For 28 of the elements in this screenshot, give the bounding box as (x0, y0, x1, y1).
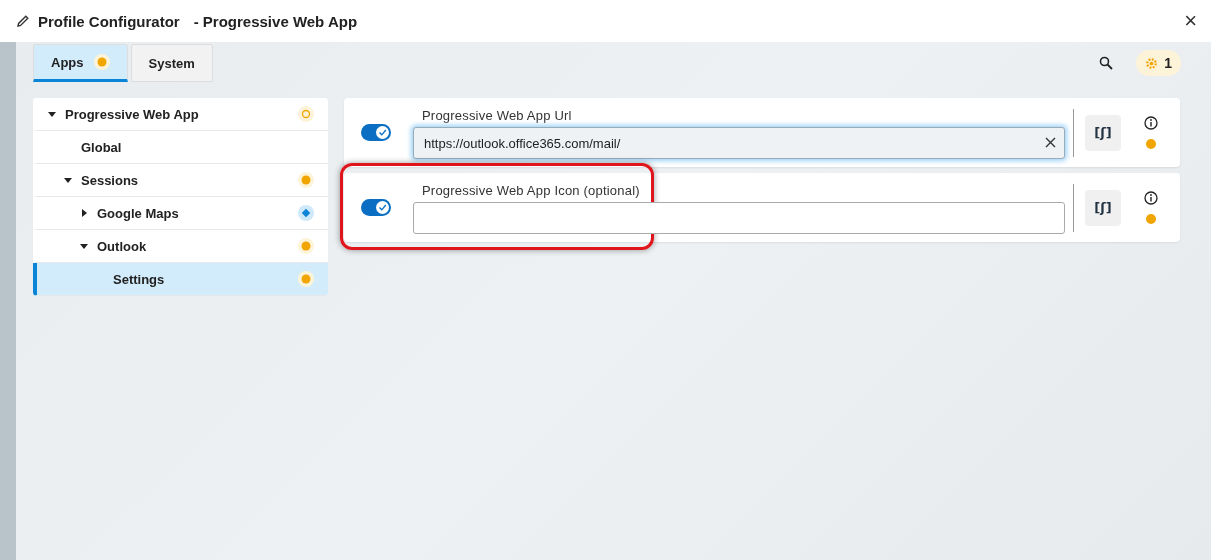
check-icon (378, 203, 387, 212)
gear-icon (1145, 56, 1159, 70)
toggle-switch[interactable] (361, 124, 391, 141)
tab[interactable]: System (130, 44, 213, 82)
input-field[interactable] (413, 202, 1065, 234)
pencil-icon (16, 14, 30, 28)
search-button[interactable] (1099, 56, 1114, 70)
check-icon (378, 128, 387, 137)
clear-icon[interactable] (1045, 137, 1056, 148)
window-subtitle: - Progressive Web App (193, 12, 359, 30)
caret-icon[interactable] (63, 175, 73, 185)
caret-icon[interactable] (47, 109, 57, 119)
caret-icon[interactable] (79, 208, 89, 218)
field-label: Progressive Web App Url (421, 108, 573, 123)
script-button[interactable]: [ʃ] (1085, 189, 1121, 226)
tab[interactable]: Apps (33, 44, 128, 82)
notification-badge[interactable]: 1 (1136, 50, 1181, 76)
toggle-switch[interactable] (361, 199, 391, 216)
caret-icon[interactable] (79, 241, 89, 251)
script-button[interactable]: [ʃ] (1085, 114, 1121, 151)
close-button[interactable]: × (1184, 10, 1197, 32)
info-icon[interactable] (1144, 116, 1158, 130)
input-field[interactable]: https://outlook.office365.com/mail/ (413, 127, 1065, 159)
window-title: Profile Configurator (38, 12, 180, 30)
info-icon[interactable] (1144, 191, 1158, 205)
tree-item[interactable]: Settings (33, 263, 328, 296)
tree-item[interactable]: Progressive Web App (33, 98, 328, 131)
field-label: Progressive Web App Icon (optional) (421, 183, 641, 198)
